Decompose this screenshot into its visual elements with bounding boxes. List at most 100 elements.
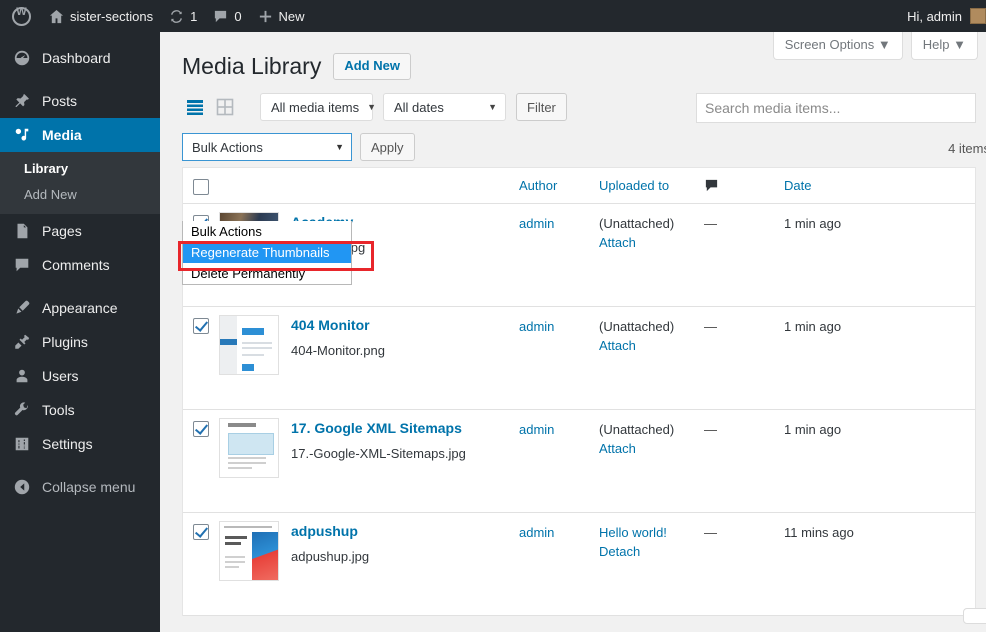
list-view-icon[interactable]: [182, 94, 208, 120]
date-cell: 1 min ago: [784, 418, 894, 512]
media-type-filter-select[interactable]: All media items ▼: [260, 93, 377, 121]
help-button[interactable]: Help ▼: [910, 32, 978, 60]
bulk-actions-dropdown-list[interactable]: Bulk Actions Regenerate Thumbnails Delet…: [182, 221, 352, 285]
sidebar-item-settings[interactable]: Settings: [0, 427, 160, 461]
comment-bubble-icon: [704, 178, 784, 193]
main-content: Screen Options ▼ Help ▼ Media Library Ad…: [160, 32, 986, 632]
attach-link[interactable]: Attach: [599, 338, 704, 353]
attach-link[interactable]: Attach: [599, 235, 704, 250]
select-all-checkbox-cell: [183, 176, 219, 195]
adpushup-thumbnail[interactable]: [219, 521, 279, 581]
avatar: [970, 8, 986, 24]
new-content-button[interactable]: New: [250, 0, 313, 32]
brush-icon: [12, 298, 32, 318]
add-new-button[interactable]: Add New: [333, 53, 411, 80]
table-header-row: Author Uploaded to Date: [183, 168, 975, 204]
updates-button[interactable]: 1: [161, 0, 205, 32]
comments-value: —: [704, 525, 717, 540]
comments-cell: —: [704, 418, 784, 512]
uploaded-to-cell: (Unattached) Attach: [599, 212, 704, 306]
media-title-link[interactable]: 404 Monitor: [291, 316, 385, 334]
row-checkbox-cell: [183, 521, 219, 615]
wordpress-logo-button[interactable]: [0, 0, 41, 32]
collapse-menu-button[interactable]: Collapse menu: [0, 470, 160, 504]
select-all-checkbox[interactable]: [193, 179, 209, 195]
user-icon: [12, 366, 32, 386]
comment-icon: [12, 255, 32, 275]
dropdown-option-delete-permanently[interactable]: Delete Permanently: [183, 263, 351, 284]
author-link[interactable]: admin: [519, 422, 554, 437]
sidebar-item-dashboard[interactable]: Dashboard: [0, 41, 160, 75]
date-value: 1 min ago: [784, 319, 842, 334]
dropdown-option-regenerate-thumbnails[interactable]: Regenerate Thumbnails: [183, 242, 351, 263]
header-comments[interactable]: [704, 178, 784, 193]
google-xml-sitemaps-thumbnail[interactable]: [219, 418, 279, 478]
menu-spacer: [0, 461, 160, 470]
header-uploaded-to[interactable]: Uploaded to: [599, 178, 704, 193]
collapse-arrow-icon: [12, 477, 32, 497]
row-checkbox[interactable]: [193, 421, 209, 437]
attach-link[interactable]: Attach: [599, 441, 704, 456]
grid-view-icon[interactable]: [212, 94, 238, 120]
uploaded-to-value: (Unattached): [599, 216, 675, 231]
header-date[interactable]: Date: [784, 178, 894, 193]
date-value: 11 mins ago: [784, 525, 854, 540]
uploaded-to-link[interactable]: Hello world!: [599, 525, 667, 540]
comments-value: —: [704, 216, 717, 231]
uploaded-to-cell: (Unattached) Attach: [599, 315, 704, 409]
media-title-wrap: 17. Google XML Sitemaps 17.-Google-XML-S…: [291, 418, 466, 461]
site-name-button[interactable]: sister-sections: [41, 0, 161, 32]
sidebar-item-pages[interactable]: Pages: [0, 214, 160, 248]
media-title-link[interactable]: 17. Google XML Sitemaps: [291, 419, 466, 437]
author-cell: admin: [519, 212, 599, 306]
sidebar-item-label: Dashboard: [42, 50, 111, 66]
comments-value: —: [704, 319, 717, 334]
media-cell: adpushup adpushup.jpg: [219, 521, 519, 615]
dropdown-option-bulk-actions[interactable]: Bulk Actions: [183, 221, 351, 242]
my-account-button[interactable]: Hi, admin: [907, 8, 986, 24]
sidebar-item-media[interactable]: Media: [0, 118, 160, 152]
header-author[interactable]: Author: [519, 178, 599, 193]
comments-value: —: [704, 422, 717, 437]
chevron-down-icon: ▼: [367, 102, 377, 112]
submenu-item-add-new[interactable]: Add New: [0, 182, 160, 208]
sidebar-item-plugins[interactable]: Plugins: [0, 325, 160, 359]
sidebar-item-label: Posts: [42, 93, 78, 109]
chevron-down-icon: ▼: [488, 102, 497, 112]
date-cell: 11 mins ago: [784, 521, 894, 615]
author-link[interactable]: admin: [519, 525, 554, 540]
page-title: Media Library: [182, 53, 322, 79]
author-link[interactable]: admin: [519, 319, 554, 334]
author-cell: admin: [519, 418, 599, 512]
wordpress-logo-icon: [12, 6, 31, 26]
row-checkbox[interactable]: [193, 524, 209, 540]
submenu-item-label: Add New: [24, 187, 77, 202]
row-checkbox[interactable]: [193, 318, 209, 334]
uploaded-to-cell: (Unattached) Attach: [599, 418, 704, 512]
sidebar-item-tools[interactable]: Tools: [0, 393, 160, 427]
row-checkbox-cell: [183, 418, 219, 512]
sidebar-item-appearance[interactable]: Appearance: [0, 291, 160, 325]
404-monitor-thumbnail[interactable]: [219, 315, 279, 375]
comments-cell: —: [704, 521, 784, 615]
table-row: adpushup adpushup.jpg admin Hello world!…: [183, 513, 975, 616]
filter-button[interactable]: Filter: [516, 93, 567, 121]
sidebar-item-posts[interactable]: Posts: [0, 84, 160, 118]
media-filename: 17.-Google-XML-Sitemaps.jpg: [291, 446, 466, 461]
author-link[interactable]: admin: [519, 216, 554, 231]
collapse-menu-label: Collapse menu: [42, 479, 136, 495]
submenu-item-library[interactable]: Library: [0, 156, 160, 182]
apply-button[interactable]: Apply: [360, 133, 415, 161]
comments-cell: —: [704, 212, 784, 306]
pin-icon: [12, 91, 32, 111]
comments-button[interactable]: 0: [205, 0, 249, 32]
sidebar-item-comments[interactable]: Comments: [0, 248, 160, 282]
screen-options-button[interactable]: Screen Options ▼: [772, 32, 903, 60]
media-filename: adpushup.jpg: [291, 549, 370, 564]
search-input[interactable]: Search media items...: [696, 93, 976, 123]
sidebar-item-users[interactable]: Users: [0, 359, 160, 393]
date-filter-select[interactable]: All dates ▼: [383, 93, 506, 121]
bulk-actions-select[interactable]: Bulk Actions ▼: [182, 133, 352, 161]
media-title-link[interactable]: adpushup: [291, 522, 369, 540]
detach-link[interactable]: Detach: [599, 544, 704, 559]
